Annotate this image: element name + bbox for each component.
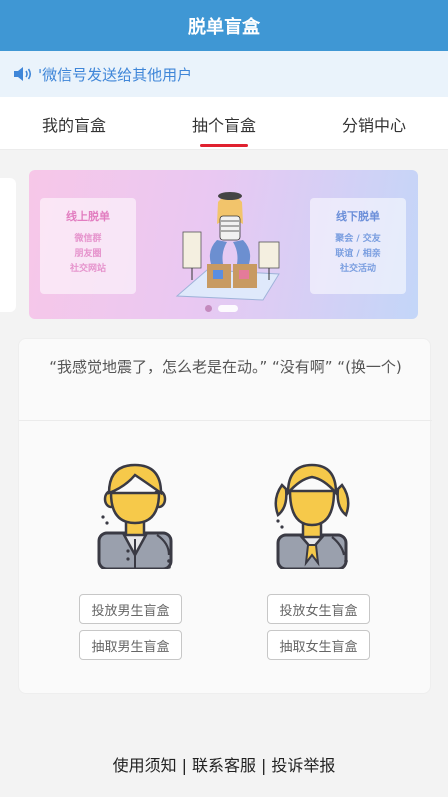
girl-with-boxes-illustration <box>175 192 280 301</box>
notice-bar: '微信号发送给其他用户 <box>0 51 448 97</box>
tab-label: 我的盲盒 <box>41 115 106 135</box>
contact-support-link[interactable]: 联系客服 <box>192 756 256 775</box>
footer-links: 使用须知 | 联系客服 | 投诉举报 <box>0 752 448 776</box>
carousel-dot-active[interactable] <box>218 305 238 312</box>
tab-distribution-center[interactable]: 分销中心 <box>314 97 434 150</box>
tab-label: 抽个盲盒 <box>191 115 256 135</box>
online-line: 社交网站 <box>69 264 106 274</box>
put-female-box-button[interactable]: 投放女生盲盒 <box>267 594 370 624</box>
online-heading: 线上脱单 <box>66 210 110 223</box>
page-title: 脱单盲盒 <box>188 16 260 38</box>
offline-line: 聚会 / 交友 <box>335 234 381 244</box>
online-panel: 线上脱单 微信群 朋友圈 社交网站 <box>40 198 136 294</box>
report-link[interactable]: 投诉举报 <box>271 756 335 775</box>
blind-box-card: “我感觉地震了，怎么老是在动。” “没有啊” “(换一个) 投放男生盲盒 抽取男… <box>18 338 432 694</box>
offline-heading: 线下脱单 <box>336 210 380 223</box>
footer-separator: | <box>181 756 187 775</box>
footer-separator: | <box>261 756 267 775</box>
tab-my-boxes[interactable]: 我的盲盒 <box>14 97 134 150</box>
banner-carousel[interactable]: 线上脱单 微信群 朋友圈 社交网站 线下脱单 聚会 / 交友 联谊 / 相亲 社… <box>29 170 418 319</box>
offline-panel: 线下脱单 聚会 / 交友 联谊 / 相亲 社交活动 <box>310 198 406 294</box>
carousel-dot[interactable] <box>205 305 212 312</box>
speaker-icon <box>14 67 32 81</box>
usage-notice-link[interactable]: 使用须知 <box>113 756 177 775</box>
put-male-box-button[interactable]: 投放男生盲盒 <box>79 594 182 624</box>
active-tab-indicator <box>200 144 248 147</box>
online-line: 微信群 <box>74 234 102 244</box>
offline-line: 社交活动 <box>339 264 376 274</box>
tab-bar: 我的盲盒 抽个盲盒 分销中心 <box>0 97 448 150</box>
carousel-dots <box>205 305 238 312</box>
joke-text[interactable]: “我感觉地震了，怎么老是在动。” “没有啊” “(换一个) <box>19 339 432 421</box>
carousel-prev-card <box>0 178 16 312</box>
female-user-icon <box>274 463 350 569</box>
online-line: 朋友圈 <box>74 249 102 259</box>
tab-draw-box[interactable]: 抽个盲盒 <box>164 97 284 150</box>
tab-label: 分销中心 <box>341 115 406 135</box>
male-user-icon <box>97 463 173 569</box>
notice-text: '微信号发送给其他用户 <box>38 65 193 84</box>
offline-line: 联谊 / 相亲 <box>335 249 381 259</box>
app-header: 脱单盲盒 <box>0 0 448 51</box>
draw-female-box-button[interactable]: 抽取女生盲盒 <box>267 630 370 660</box>
draw-male-box-button[interactable]: 抽取男生盲盒 <box>79 630 182 660</box>
